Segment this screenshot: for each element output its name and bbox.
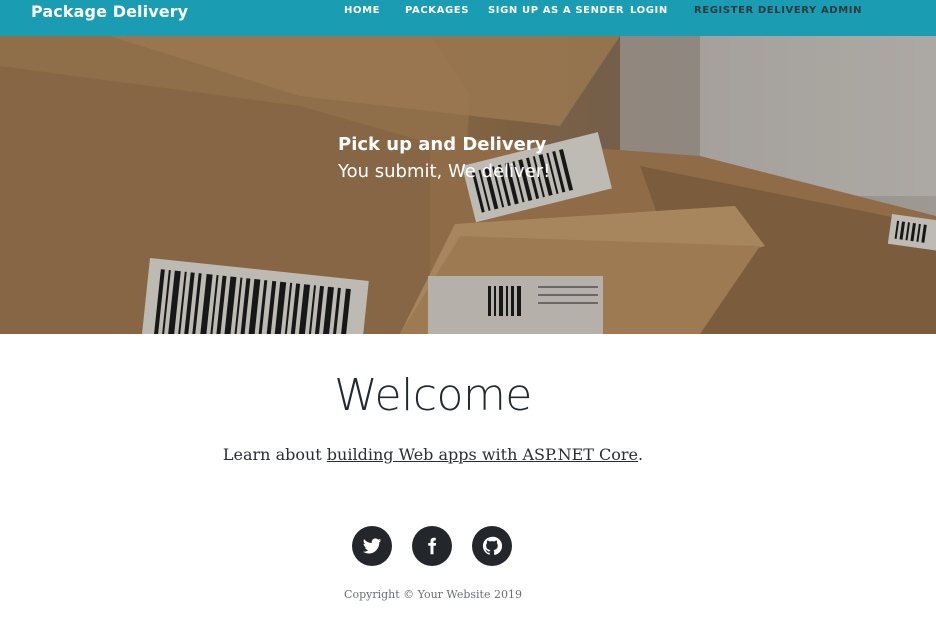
nav-register-delivery-admin[interactable]: REGISTER DELIVERY ADMIN [694,5,862,16]
nav-packages[interactable]: PACKAGES [405,5,469,16]
brand-link[interactable]: Package Delivery [31,2,188,21]
facebook-button[interactable] [412,526,452,566]
welcome-heading: Welcome [334,370,532,421]
hero-text: Pick up and Delivery You submit, We deli… [338,134,550,182]
twitter-button[interactable] [352,526,392,566]
learn-prefix: Learn about [222,445,327,464]
copyright-text: Copyright © Your Website 2019 [344,588,522,601]
hero-background-image [0,36,936,334]
social-links [352,526,516,566]
learn-suffix: . [638,445,644,464]
hero-title: Pick up and Delivery [338,134,547,155]
github-icon [482,536,502,555]
nav-home[interactable]: HOME [344,5,380,16]
github-button[interactable] [472,526,512,566]
nav-sign-up-sender[interactable]: SIGN UP AS A SENDER [488,5,624,16]
twitter-icon [362,538,382,554]
hero-subtitle: You submit, We deliver! [338,161,551,182]
nav-login[interactable]: LOGIN [630,5,668,16]
facebook-icon [428,537,437,555]
hero-banner: Pick up and Delivery You submit, We deli… [0,36,936,334]
navbar: Package Delivery HOME PACKAGES SIGN UP A… [0,0,936,36]
learn-paragraph: Learn about building Web apps with ASP.N… [0,445,866,464]
aspnet-core-docs-link[interactable]: building Web apps with ASP.NET Core [327,445,638,464]
